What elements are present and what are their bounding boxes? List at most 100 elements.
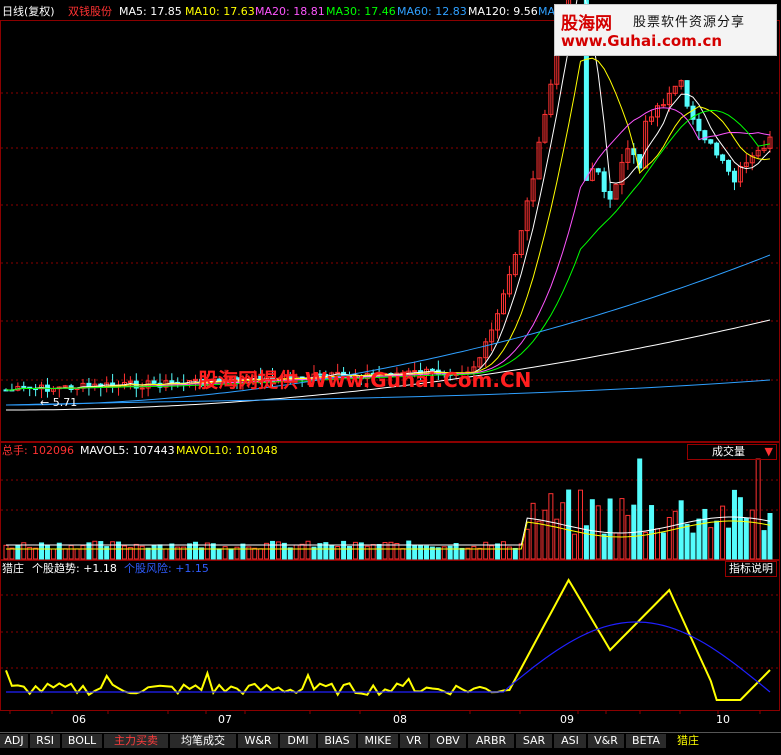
volume-bar (264, 542, 270, 560)
tab-boll[interactable]: BOLL (62, 734, 102, 748)
volume-bar (335, 546, 341, 560)
volume-bar (459, 547, 465, 560)
volume-bar (554, 518, 560, 560)
candle-body (696, 118, 702, 132)
tab-beta[interactable]: BETA (626, 734, 666, 748)
volume-bar (672, 510, 678, 560)
tab-bias[interactable]: BIAS (318, 734, 356, 748)
tab-sar[interactable]: SAR (516, 734, 552, 748)
volume-bar (637, 458, 643, 560)
volume-total-value: 102096 (32, 444, 74, 457)
volume-bar (761, 530, 767, 560)
volume-bar (589, 499, 595, 560)
hunter-header: 猎庄 个股趋势: +1.18 个股风险: +1.15 (2, 562, 402, 576)
volume-bar (187, 543, 193, 560)
indicator-tab-bar: ADJ RSI BOLL 主力买卖 均笔成交 W&R DMI BIAS MIKE… (0, 732, 781, 749)
hunter-trend-label: 个股趋势: +1.18 (32, 562, 117, 575)
logo-url: www.Guhai.com.cn (561, 32, 723, 50)
tab-asi[interactable]: ASI (554, 734, 586, 748)
volume-bar (489, 545, 495, 560)
volume-bar (619, 498, 625, 560)
volume-bar (649, 505, 655, 560)
tab-arbr[interactable]: ARBR (468, 734, 514, 748)
tab-mike[interactable]: MIKE (358, 734, 398, 748)
tab-rsi[interactable]: RSI (30, 734, 60, 748)
volume-bar (418, 545, 424, 560)
volume-bar (518, 543, 524, 560)
volume-bar (406, 540, 412, 560)
hunter-risk-label: 个股风险: +1.15 (124, 562, 209, 575)
volume-bar (9, 547, 15, 560)
candle-body (726, 159, 732, 172)
volume-bar (530, 502, 536, 560)
volume-bar (412, 544, 418, 560)
volume-bar (15, 545, 21, 560)
volume-bar (731, 489, 737, 560)
volume-bar (145, 547, 151, 560)
status-strip (0, 749, 781, 755)
mavol10-label: MAVOL10: 101048 (176, 444, 278, 457)
volume-bar (151, 545, 157, 560)
volume-bar (104, 546, 110, 560)
chevron-down-icon: ▼ (764, 445, 773, 458)
indicator-help-button[interactable]: 指标说明 (725, 561, 777, 577)
watermark-text: 股海网提供 Www.Guhai.Com.CN (198, 368, 532, 392)
candle-body (601, 171, 607, 192)
candle-body (720, 154, 726, 161)
volume-bar (281, 542, 287, 560)
x-tick-label: 09 (560, 713, 574, 726)
tab-vr[interactable]: VR (400, 734, 428, 748)
volume-bar (423, 545, 429, 560)
indicator-select-value: 成交量 (712, 445, 745, 458)
volume-bar (572, 533, 578, 560)
volume-bar (74, 548, 80, 560)
volume-bars (3, 458, 773, 560)
tab-main-force[interactable]: 主力买卖 (104, 734, 168, 748)
volume-bar (364, 545, 370, 560)
ma-line (5, 109, 771, 391)
volume-bar (240, 543, 246, 560)
volume-bar (163, 548, 169, 560)
volume-bar (169, 543, 175, 560)
volume-bar (643, 531, 649, 560)
volume-bar (376, 544, 382, 560)
volume-bar (465, 547, 471, 560)
candle-body (595, 168, 601, 173)
indicator-select-dropdown[interactable]: 成交量 ▼ (687, 444, 777, 460)
volume-bar (139, 545, 145, 560)
candle-body (139, 387, 145, 390)
volume-bar (68, 544, 74, 560)
volume-bar (329, 545, 335, 560)
x-tick-label: 06 (72, 713, 86, 726)
tab-adj[interactable]: ADJ (0, 734, 28, 748)
volume-bar (720, 505, 726, 560)
logo-slogan: 股票软件资源分享 (633, 15, 746, 30)
tab-dmi[interactable]: DMI (280, 734, 316, 748)
volume-bar (394, 543, 400, 560)
volume-bar (737, 497, 743, 560)
volume-bar (577, 489, 583, 560)
tab-wr[interactable]: W&R (238, 734, 278, 748)
tab-obv[interactable]: OBV (430, 734, 466, 748)
tab-hunter[interactable]: 猎庄 (668, 734, 708, 748)
tab-vr2[interactable]: V&R (588, 734, 624, 748)
x-tick-label: 07 (218, 713, 232, 726)
volume-bar (447, 545, 453, 560)
candle-body (86, 382, 92, 387)
candle-body (714, 142, 720, 156)
volume-bar (500, 541, 506, 560)
volume-bar (726, 527, 732, 560)
volume-bar (216, 548, 222, 560)
volume-bar (198, 547, 204, 560)
volume-bar (684, 523, 690, 560)
volume-bar (258, 548, 264, 560)
volume-bar (678, 500, 684, 560)
volume-bar (542, 509, 548, 560)
volume-bar (252, 547, 258, 560)
ma-line (5, 0, 771, 391)
x-tick-label: 10 (716, 713, 730, 726)
volume-bar (317, 543, 323, 560)
tab-avg-trade[interactable]: 均笔成交 (170, 734, 236, 748)
volume-bar (477, 547, 483, 560)
candle-body (21, 385, 27, 388)
